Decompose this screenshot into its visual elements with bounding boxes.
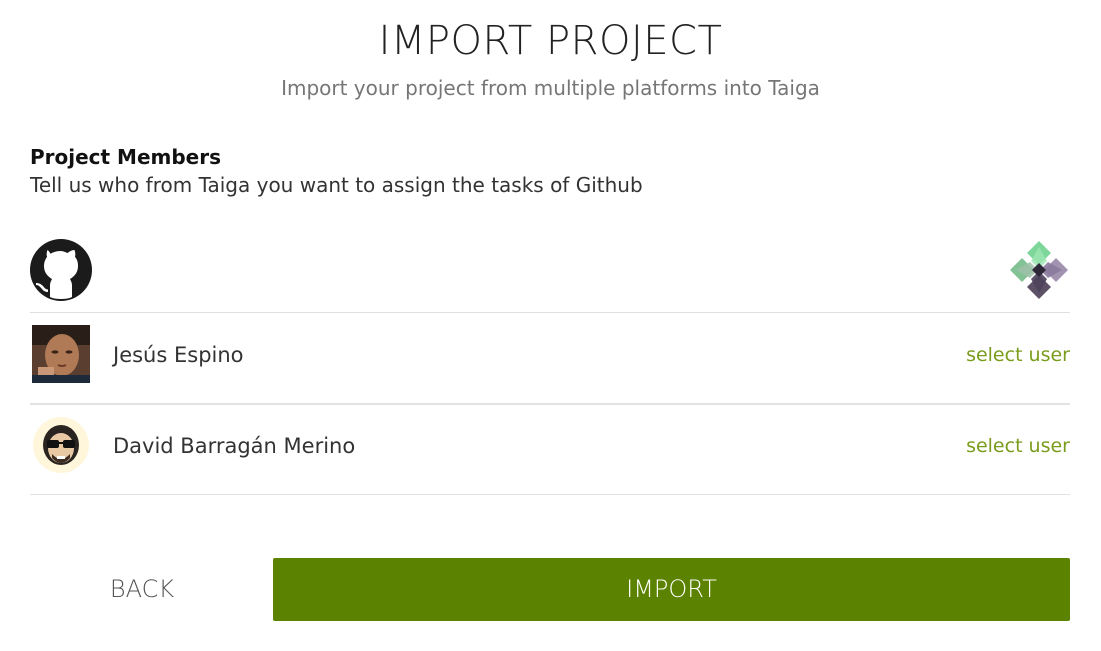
- page-subtitle: Import your project from multiple platfo…: [281, 76, 820, 100]
- back-button[interactable]: BACK: [30, 558, 254, 620]
- member-name: Jesús Espino: [113, 343, 244, 367]
- taiga-icon: [1010, 241, 1068, 299]
- user-avatar: [33, 417, 89, 473]
- import-button[interactable]: IMPORT: [273, 558, 1070, 621]
- member-name: David Barragán Merino: [113, 434, 356, 458]
- member-row: Jesús Espino select user: [30, 313, 1070, 405]
- user-avatar: [32, 325, 90, 383]
- section-heading: Project Members: [30, 145, 222, 169]
- member-row: David Barragán Merino select user: [30, 404, 1070, 495]
- select-user-link[interactable]: select user: [966, 435, 1070, 457]
- section-description: Tell us who from Taiga you want to assig…: [30, 173, 643, 197]
- page-title: IMPORT PROJECT: [378, 18, 723, 64]
- platform-header-row: [30, 238, 1070, 313]
- github-icon: [30, 239, 92, 301]
- select-user-link[interactable]: select user: [966, 344, 1070, 366]
